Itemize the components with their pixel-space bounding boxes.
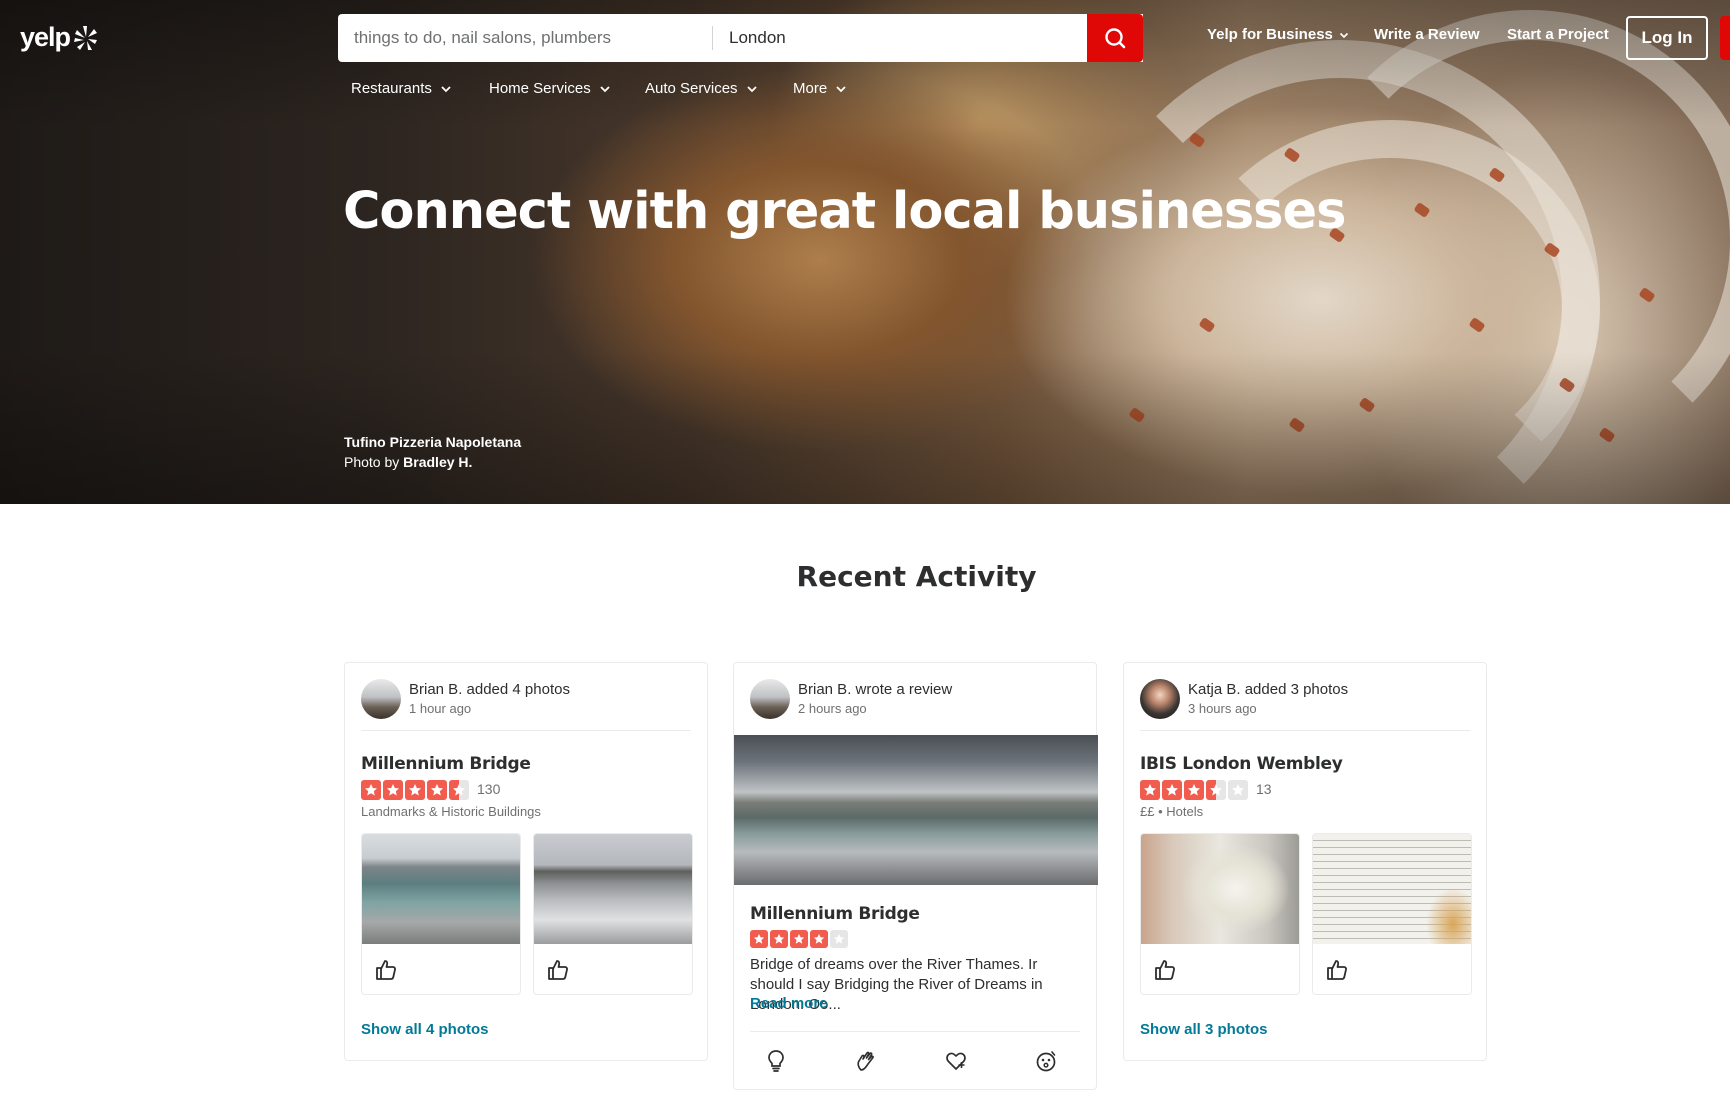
activity-actor[interactable]: Brian B. added 4 photos xyxy=(409,681,570,698)
activity-card-header: Brian B. wrote a review 2 hours ago xyxy=(750,679,1080,731)
chevron-down-icon xyxy=(836,85,846,92)
search-icon xyxy=(1105,28,1126,49)
activity-actor[interactable]: Katja B. added 3 photos xyxy=(1188,681,1348,698)
activity-photo[interactable] xyxy=(1140,833,1300,995)
search-find-input[interactable]: things to do, nail salons, plumbers xyxy=(338,28,712,48)
search-near-input[interactable]: London xyxy=(713,28,1143,48)
show-all-photos-link[interactable]: Show all 3 photos xyxy=(1140,1021,1268,1038)
activity-time: 1 hour ago xyxy=(409,701,472,716)
thumbs-up-icon[interactable] xyxy=(1325,958,1349,982)
star-rating xyxy=(1140,780,1248,800)
useful-reaction-button[interactable] xyxy=(762,1047,790,1075)
business-name-link[interactable]: Millennium Bridge xyxy=(750,904,920,924)
half-star-icon xyxy=(449,780,469,800)
chevron-down-icon xyxy=(600,85,610,92)
business-category[interactable]: Hotels xyxy=(1166,804,1203,819)
signup-button[interactable] xyxy=(1720,16,1730,60)
activity-card-photos: Katja B. added 3 photos 3 hours ago IBIS… xyxy=(1123,662,1487,1061)
activity-card-review: Brian B. wrote a review 2 hours ago Mill… xyxy=(733,662,1098,1090)
star-icon xyxy=(405,780,425,800)
hero-photo-credit: Photo by Bradley H. xyxy=(344,454,473,470)
review-count[interactable]: 13 xyxy=(1256,781,1272,797)
hero-photographer-link[interactable]: Bradley H. xyxy=(403,454,472,470)
star-icon xyxy=(1162,780,1182,800)
heart-icon xyxy=(946,1052,966,1070)
avatar[interactable] xyxy=(750,679,790,719)
thumbs-up-icon[interactable] xyxy=(374,958,398,982)
star-icon xyxy=(1140,780,1160,800)
star-icon xyxy=(383,780,403,800)
chevron-down-icon xyxy=(746,85,757,92)
star-icon xyxy=(361,780,381,800)
show-all-photos-link[interactable]: Show all 4 photos xyxy=(361,1021,489,1038)
login-button[interactable]: Log In xyxy=(1626,16,1708,60)
star-icon xyxy=(770,930,788,948)
activity-card-header: Brian B. added 4 photos 1 hour ago xyxy=(361,679,691,731)
star-icon xyxy=(810,930,828,948)
star-icon xyxy=(790,930,808,948)
star-icon xyxy=(750,930,768,948)
star-rating xyxy=(361,780,469,800)
review-photo[interactable] xyxy=(734,735,1098,885)
activity-photo[interactable] xyxy=(361,833,521,995)
read-more-link[interactable]: Read more xyxy=(750,995,828,1012)
activity-photo[interactable] xyxy=(533,833,693,995)
category-restaurants[interactable]: Restaurants xyxy=(351,80,452,97)
business-name-link[interactable]: IBIS London Wembley xyxy=(1140,754,1343,774)
empty-star-icon xyxy=(1228,780,1248,800)
hero-banner xyxy=(0,0,1730,504)
business-name-link[interactable]: Millennium Bridge xyxy=(361,754,531,774)
reactions-divider xyxy=(750,1031,1080,1032)
empty-star-icon xyxy=(830,930,848,948)
chevron-down-icon xyxy=(441,85,451,92)
yelp-logo[interactable]: yelp xyxy=(20,22,98,53)
start-project-link[interactable]: Start a Project xyxy=(1507,26,1609,43)
lightbulb-icon xyxy=(768,1050,784,1072)
category-more[interactable]: More xyxy=(793,80,847,97)
thumbs-up-icon[interactable] xyxy=(1153,958,1177,982)
avatar[interactable] xyxy=(361,679,401,719)
write-review-link[interactable]: Write a Review xyxy=(1374,26,1480,43)
star-icon xyxy=(1184,780,1204,800)
half-star-icon xyxy=(1206,780,1226,800)
chevron-down-icon xyxy=(1339,32,1348,38)
avatar[interactable] xyxy=(1140,679,1180,719)
thanks-reaction-button[interactable] xyxy=(852,1047,880,1075)
review-count[interactable]: 130 xyxy=(477,781,500,797)
yelp-burst-icon xyxy=(74,25,98,50)
category-auto-services[interactable]: Auto Services xyxy=(645,80,758,97)
activity-time: 2 hours ago xyxy=(798,701,867,716)
oh-no-face-icon xyxy=(1036,1051,1056,1072)
activity-time: 3 hours ago xyxy=(1188,701,1257,716)
love-reaction-button[interactable] xyxy=(942,1047,970,1075)
business-category[interactable]: Landmarks & Historic Buildings xyxy=(361,804,541,819)
business-price-category: ££ • Hotels xyxy=(1140,804,1203,819)
price-range: ££ xyxy=(1140,804,1155,819)
clap-icon xyxy=(857,1051,874,1071)
activity-actor[interactable]: Brian B. wrote a review xyxy=(798,681,952,698)
yelp-for-business-menu[interactable]: Yelp for Business xyxy=(1207,26,1349,43)
search-bar: things to do, nail salons, plumbers Lond… xyxy=(338,14,1143,62)
star-icon xyxy=(427,780,447,800)
activity-photo[interactable] xyxy=(1312,833,1472,995)
activity-card-photos: Brian B. added 4 photos 1 hour ago Mille… xyxy=(344,662,708,1061)
star-rating xyxy=(750,930,848,948)
thumbs-up-icon[interactable] xyxy=(546,958,570,982)
hero-photo-business-link[interactable]: Tufino Pizzeria Napoletana xyxy=(344,434,521,450)
activity-card-header: Katja B. added 3 photos 3 hours ago xyxy=(1140,679,1470,731)
recent-activity-title: Recent Activity xyxy=(796,560,1037,593)
category-home-services[interactable]: Home Services xyxy=(489,80,611,97)
oh-no-reaction-button[interactable] xyxy=(1032,1047,1060,1075)
search-button[interactable] xyxy=(1087,14,1143,62)
hero-title: Connect with great local businesses xyxy=(343,182,1346,241)
